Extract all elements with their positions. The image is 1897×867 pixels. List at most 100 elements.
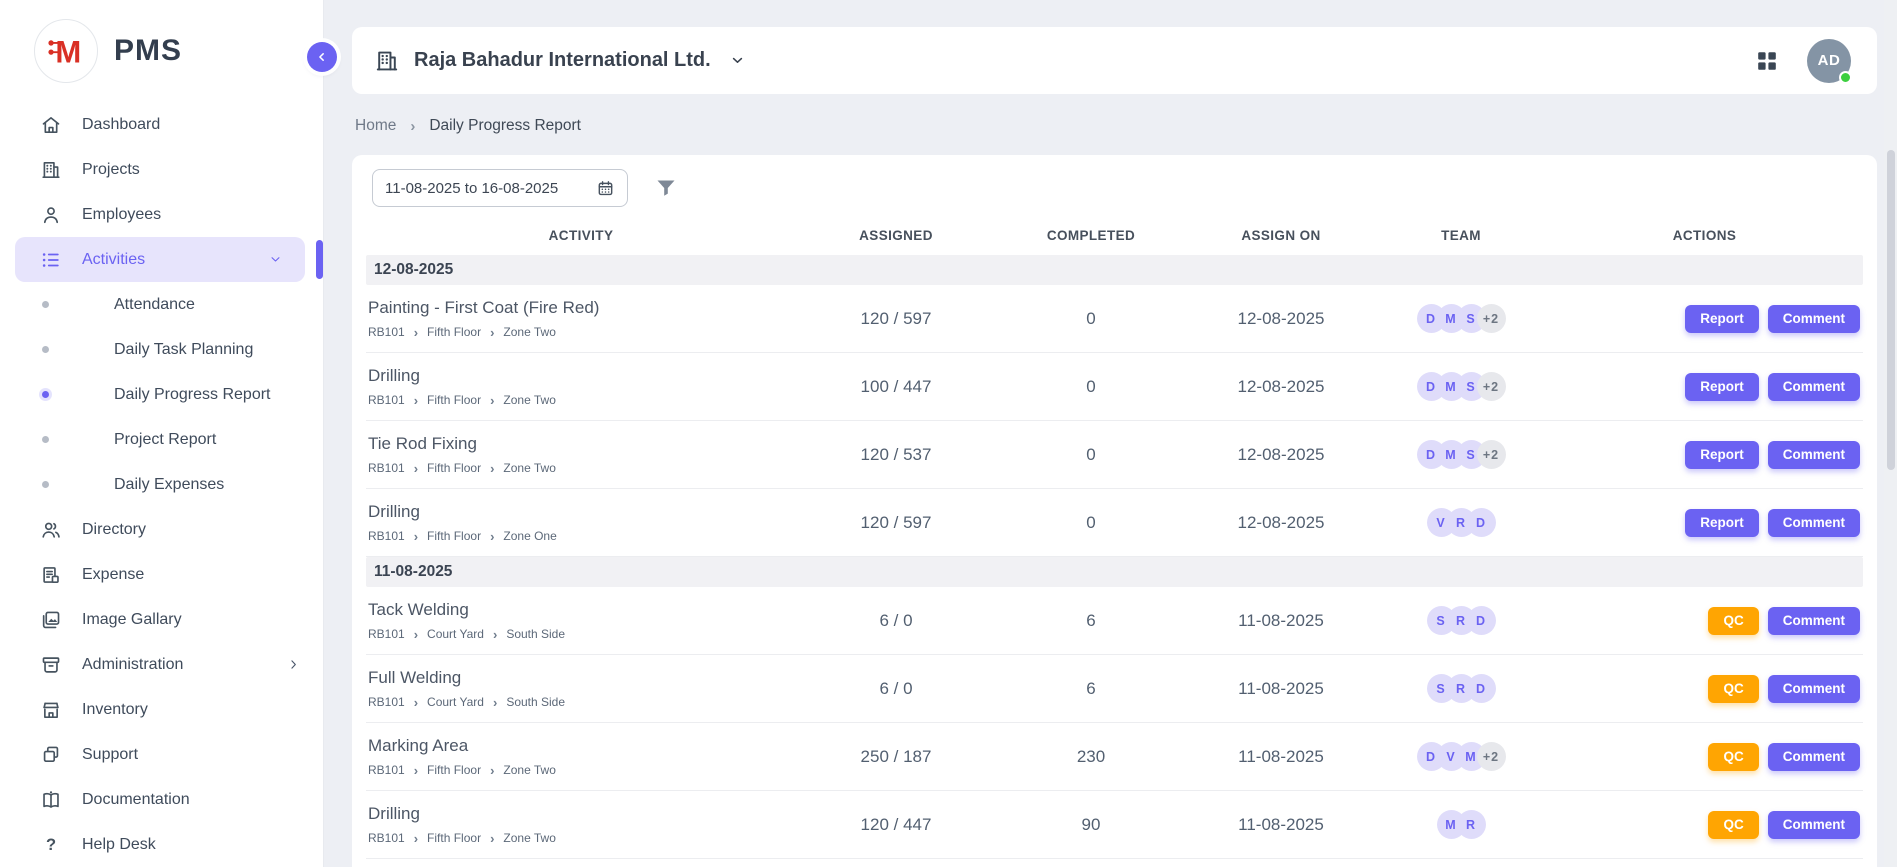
qc-button[interactable]: QC	[1708, 607, 1758, 635]
user-avatar[interactable]: AD	[1807, 39, 1851, 83]
comment-button[interactable]: Comment	[1768, 441, 1860, 469]
sidebar-item-documentation[interactable]: Documentation	[0, 777, 323, 822]
report-button[interactable]: Report	[1685, 509, 1759, 537]
chevron-right-icon: ›	[490, 461, 494, 476]
breadcrumb-home[interactable]: Home	[355, 117, 396, 135]
sidebar-item-dashboard[interactable]: Dashboard	[0, 102, 323, 147]
sidebar-item-directory[interactable]: Directory	[0, 507, 323, 552]
page-scrollbar[interactable]	[1884, 0, 1897, 867]
table-row: Marking Area RB101›Fifth Floor›Zone Two …	[366, 723, 1863, 791]
activity-path: RB101›Fifth Floor›Zone One	[368, 529, 796, 544]
filter-button[interactable]	[654, 176, 678, 200]
table-row: Drilling RB101›Fifth Floor›Zone One 120 …	[366, 489, 1863, 557]
assign-on-value: 11-08-2025	[1186, 679, 1376, 699]
completed-value: 230	[996, 747, 1186, 767]
building-icon	[374, 48, 400, 74]
activity-title: Tack Welding	[368, 600, 796, 620]
sidebar-item-daily-expenses[interactable]: Daily Expenses	[0, 462, 323, 507]
comment-button[interactable]: Comment	[1768, 509, 1860, 537]
sidebar-item-help-desk[interactable]: ? Help Desk	[0, 822, 323, 867]
sidebar: M PMS Dashboard Projects Employees	[0, 0, 323, 867]
table-row: Tie Rod Fixing RB101›Fifth Floor›Zone Tw…	[366, 421, 1863, 489]
team-avatars: DMS+2	[1376, 440, 1546, 469]
comment-button[interactable]: Comment	[1768, 675, 1860, 703]
filter-icon	[654, 176, 678, 200]
sidebar-item-daily-task-planning[interactable]: Daily Task Planning	[0, 327, 323, 372]
sidebar-item-inventory[interactable]: Inventory	[0, 687, 323, 732]
team-avatar: R	[1457, 810, 1486, 839]
comment-button[interactable]: Comment	[1768, 811, 1860, 839]
date-range-value: 11-08-2025 to 16-08-2025	[385, 180, 558, 197]
row-actions: Report Comment	[1546, 509, 1863, 537]
content-card: 11-08-2025 to 16-08-2025 ACTIVITY ASSIGN…	[352, 155, 1877, 867]
comment-button[interactable]: Comment	[1768, 743, 1860, 771]
assign-on-value: 11-08-2025	[1186, 611, 1376, 631]
qc-button[interactable]: QC	[1708, 675, 1758, 703]
table-row: Drilling RB101›Fifth Floor›Zone Two 120 …	[366, 791, 1863, 859]
team-avatar: D	[1467, 508, 1496, 537]
main-area: Raja Bahadur International Ltd. AD Home …	[323, 0, 1897, 867]
apps-grid-button[interactable]	[1755, 49, 1779, 73]
sidebar-item-expense[interactable]: Expense	[0, 552, 323, 597]
sidebar-item-projects[interactable]: Projects	[0, 147, 323, 192]
comment-button[interactable]: Comment	[1768, 305, 1860, 333]
team-avatar-more: +2	[1477, 372, 1506, 401]
qc-button[interactable]: QC	[1708, 811, 1758, 839]
sidebar-item-project-report[interactable]: Project Report	[0, 417, 323, 462]
assigned-value: 6 / 0	[796, 679, 996, 699]
activity-path: RB101›Court Yard›South Side	[368, 627, 796, 642]
activity-title: Drilling	[368, 804, 796, 824]
sidebar-item-daily-progress-report[interactable]: Daily Progress Report	[0, 372, 323, 417]
grid-icon	[1755, 49, 1779, 73]
sidebar-item-attendance[interactable]: Attendance	[0, 282, 323, 327]
team-avatars: DVM+2	[1376, 742, 1546, 771]
top-header: Raja Bahadur International Ltd. AD	[352, 27, 1877, 94]
team-avatar-more: +2	[1477, 742, 1506, 771]
completed-value: 6	[996, 679, 1186, 699]
sidebar-item-support[interactable]: Support	[0, 732, 323, 777]
sidebar-item-administration[interactable]: Administration	[0, 642, 323, 687]
chevron-right-icon: ›	[490, 763, 494, 778]
activity-title: Full Welding	[368, 668, 796, 688]
assign-on-value: 11-08-2025	[1186, 815, 1376, 835]
table-row: Full Welding RB101›Court Yard›South Side…	[366, 655, 1863, 723]
date-group-header: 12-08-2025	[366, 255, 1863, 285]
date-range-input[interactable]: 11-08-2025 to 16-08-2025	[372, 169, 628, 207]
activity-title: Drilling	[368, 502, 796, 522]
activity-path: RB101›Fifth Floor›Zone Two	[368, 831, 796, 846]
scrollbar-thumb[interactable]	[1887, 150, 1895, 470]
row-actions: Report Comment	[1546, 441, 1863, 469]
column-header-assign-on: ASSIGN ON	[1186, 228, 1376, 243]
comment-button[interactable]: Comment	[1768, 373, 1860, 401]
online-status-dot	[1839, 71, 1852, 84]
table-row: Drilling RB101›Fifth Floor›Zone Two 100 …	[366, 353, 1863, 421]
assigned-value: 6 / 0	[796, 611, 996, 631]
completed-value: 0	[996, 377, 1186, 397]
svg-text:M: M	[55, 35, 81, 70]
report-button[interactable]: Report	[1685, 441, 1759, 469]
receipt-icon	[40, 564, 62, 586]
sidebar-item-image-gallary[interactable]: Image Gallary	[0, 597, 323, 642]
team-avatars: DMS+2	[1376, 304, 1546, 333]
comment-button[interactable]: Comment	[1768, 607, 1860, 635]
row-actions: QC Comment	[1546, 743, 1863, 771]
report-button[interactable]: Report	[1685, 373, 1759, 401]
column-header-team: TEAM	[1376, 228, 1546, 243]
team-avatars: MR	[1376, 810, 1546, 839]
question-icon: ?	[40, 834, 62, 856]
report-button[interactable]: Report	[1685, 305, 1759, 333]
chevron-down-icon	[268, 252, 283, 267]
chevron-right-icon	[286, 657, 301, 672]
qc-button[interactable]: QC	[1708, 743, 1758, 771]
company-selector[interactable]: Raja Bahadur International Ltd.	[374, 48, 746, 74]
sidebar-item-activities[interactable]: Activities	[15, 237, 305, 282]
chevron-right-icon: ›	[414, 831, 418, 846]
activity-path: RB101›Court Yard›South Side	[368, 695, 796, 710]
chevron-right-icon: ›	[493, 695, 497, 710]
table-row: Tack Welding RB101›Court Yard›South Side…	[366, 587, 1863, 655]
sidebar-collapse-button[interactable]	[307, 42, 337, 72]
image-icon	[40, 609, 62, 631]
sidebar-item-employees[interactable]: Employees	[0, 192, 323, 237]
completed-value: 0	[996, 513, 1186, 533]
company-name: Raja Bahadur International Ltd.	[414, 49, 711, 72]
